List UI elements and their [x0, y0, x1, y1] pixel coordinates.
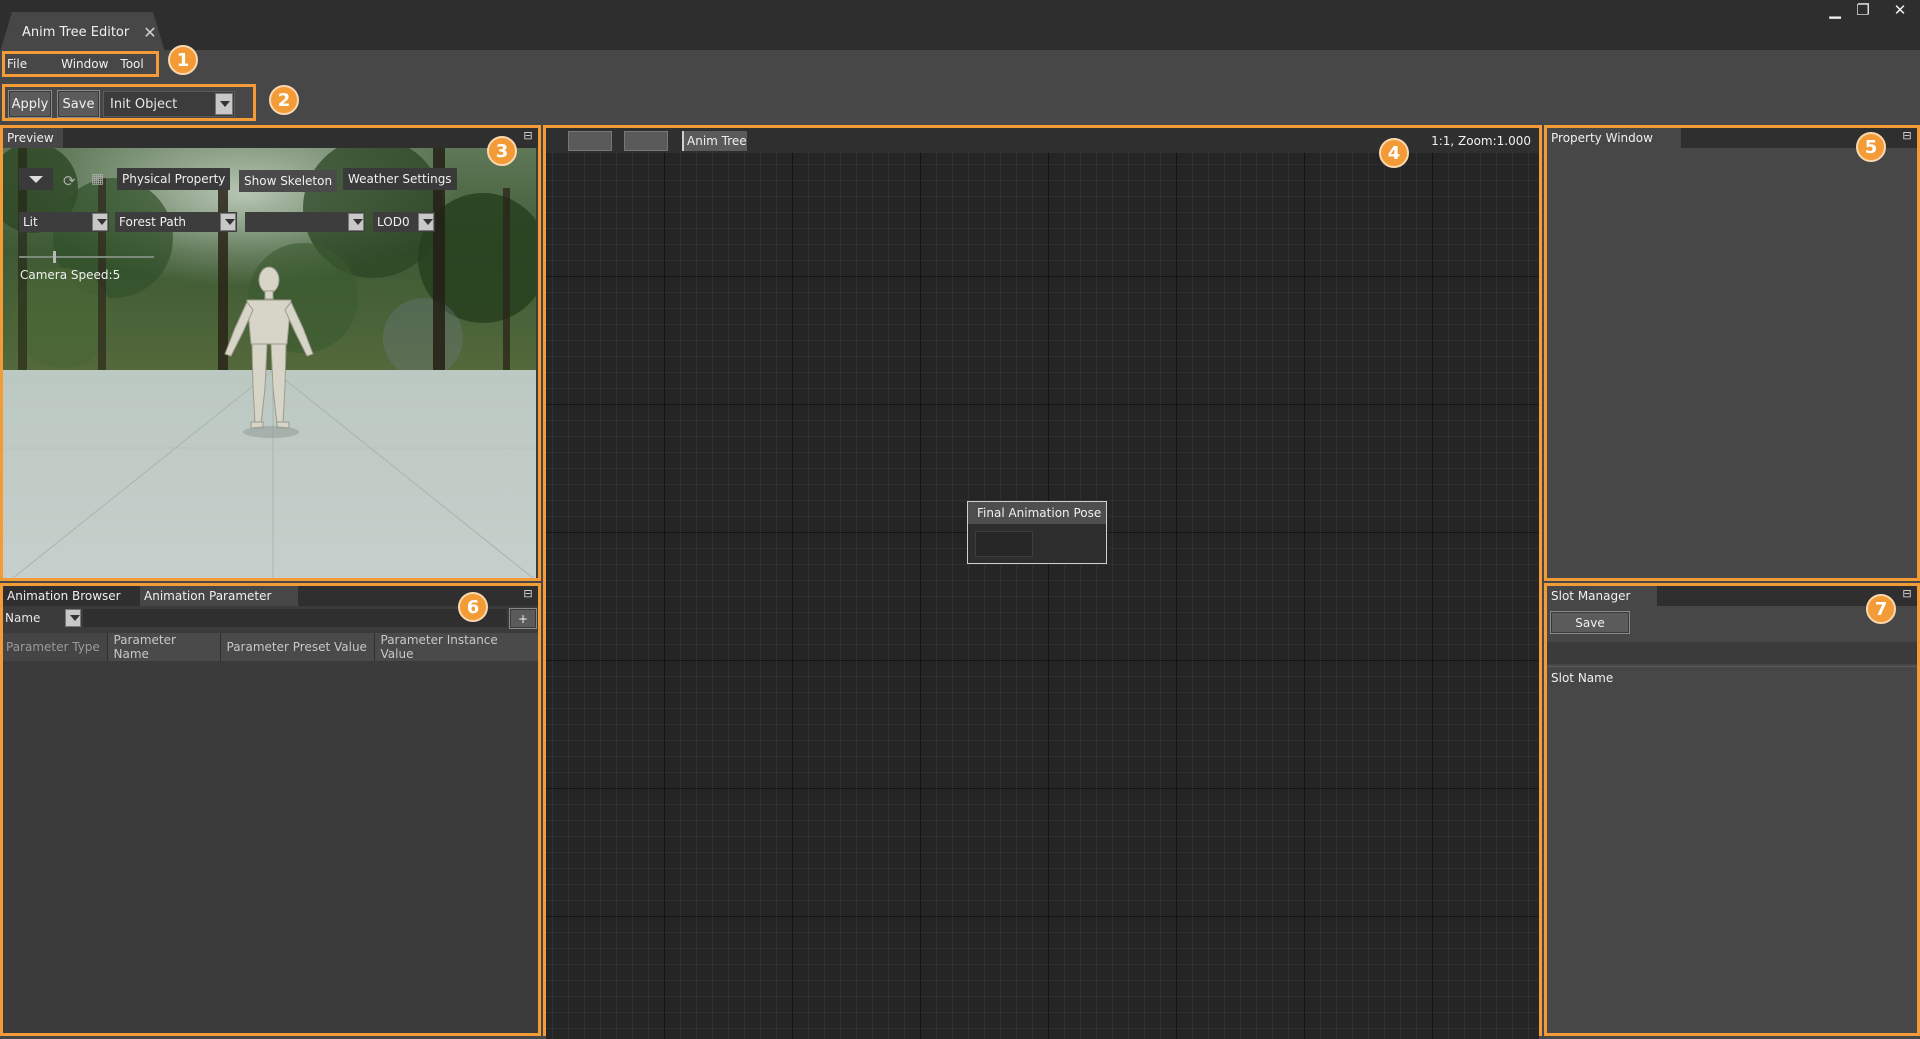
chevron-down-icon[interactable]: [65, 609, 81, 627]
final-animation-pose-node[interactable]: Final Animation Pose: [967, 501, 1107, 564]
minimize-icon[interactable]: ▁: [1820, 0, 1850, 20]
column-parameter-preset-value[interactable]: Parameter Preset Value: [220, 633, 375, 661]
physical-property-button[interactable]: Physical Property: [117, 168, 231, 190]
column-parameter-instance-value[interactable]: Parameter Instance Value: [374, 633, 538, 661]
document-tab[interactable]: Anim Tree Editor ✕: [0, 12, 165, 52]
preview-panel-header: Preview ⊟: [3, 128, 538, 148]
filter-input[interactable]: [83, 609, 507, 627]
menu-bar: File Window Tool: [2, 51, 159, 77]
pin-icon[interactable]: ⊟: [1901, 130, 1913, 142]
close-window-icon[interactable]: ✕: [1885, 0, 1915, 20]
breadcrumb-anim-tree[interactable]: Anim Tree: [682, 131, 747, 151]
lighting-mode-value: Lit: [23, 215, 38, 229]
add-parameter-button[interactable]: +: [509, 608, 537, 629]
menu-tool[interactable]: Tool: [120, 57, 143, 71]
chevron-down-icon: [29, 175, 43, 183]
parameter-table-header: Parameter Type Parameter Name Parameter …: [3, 633, 538, 661]
callout-badge-3: 3: [487, 136, 517, 166]
chevron-down-icon[interactable]: [92, 213, 108, 231]
callout-badge-5: 5: [1856, 132, 1886, 162]
column-parameter-type[interactable]: Parameter Type: [3, 633, 108, 661]
filter-select[interactable]: Name: [3, 608, 81, 628]
lod-value: LOD0: [377, 215, 410, 229]
camera-speed-label: Camera Speed:5: [20, 268, 121, 282]
object-select-value: Init Object: [110, 96, 178, 112]
close-tab-icon[interactable]: ✕: [143, 23, 156, 42]
property-window-panel: Property Window ⊟: [1544, 125, 1920, 581]
toolbar: Apply Save Init Object: [2, 84, 256, 121]
environment-value: Forest Path: [119, 215, 187, 229]
column-slot-name[interactable]: Slot Name: [1547, 666, 1917, 688]
tab-slot-manager[interactable]: Slot Manager: [1547, 586, 1657, 606]
restore-icon[interactable]: ❐: [1848, 0, 1878, 20]
tab-preview[interactable]: Preview: [3, 128, 63, 148]
save-button[interactable]: Save: [57, 90, 100, 118]
menu-file[interactable]: File: [7, 57, 27, 71]
anim-tree-graph-panel: Anim Tree 1:1, Zoom:1.000 Final Animatio…: [543, 125, 1542, 1039]
tab-animation-browser[interactable]: Animation Browser: [3, 586, 140, 606]
preview-viewport[interactable]: ⟳ ▦ Physical Property Show Skeleton Weat…: [3, 148, 536, 578]
zoom-readout: 1:1, Zoom:1.000: [1431, 134, 1531, 148]
environment-select[interactable]: Forest Path: [115, 212, 237, 232]
graph-back-button[interactable]: [568, 131, 612, 151]
document-tab-title: Anim Tree Editor: [22, 24, 130, 40]
preview-panel: Preview ⊟ ⟳ ▦ Physical Property Show Ske…: [0, 125, 541, 581]
animation-panel: Animation Browser Animation Parameter ⊟ …: [0, 583, 541, 1036]
callout-badge-4: 4: [1379, 138, 1409, 168]
chevron-down-icon[interactable]: [220, 213, 236, 231]
title-bar: [0, 0, 1920, 50]
node-input-pin[interactable]: [975, 531, 1033, 557]
apply-button[interactable]: Apply: [8, 90, 52, 118]
pin-icon[interactable]: ⊟: [1901, 588, 1913, 600]
pin-icon[interactable]: ⊟: [522, 588, 534, 600]
slot-manager-panel: Slot Manager ⊟ Save Slot Name: [1544, 583, 1920, 1036]
callout-badge-1: 1: [168, 45, 198, 75]
chevron-down-icon[interactable]: [348, 213, 364, 231]
lighting-mode-select[interactable]: Lit: [19, 212, 109, 232]
graph-forward-button[interactable]: [624, 131, 668, 151]
filter-select-value: Name: [5, 611, 41, 625]
chevron-down-icon[interactable]: [418, 213, 434, 231]
slot-search-input[interactable]: [1547, 642, 1917, 664]
viewport-menu-button[interactable]: [19, 168, 53, 190]
camera-speed-slider-thumb[interactable]: [53, 251, 56, 263]
tab-animation-parameter[interactable]: Animation Parameter: [140, 586, 298, 606]
column-parameter-name[interactable]: Parameter Name: [107, 633, 221, 661]
node-title: Final Animation Pose: [968, 502, 1106, 524]
menu-window[interactable]: Window: [61, 57, 108, 71]
grid-icon[interactable]: ▦: [91, 171, 104, 187]
object-select[interactable]: Init Object: [103, 91, 235, 117]
callout-badge-7: 7: [1866, 594, 1896, 624]
callout-badge-6: 6: [458, 592, 488, 622]
slot-manager-header: Slot Manager ⊟: [1547, 586, 1917, 606]
callout-badge-2: 2: [269, 85, 299, 115]
refresh-icon[interactable]: ⟳: [63, 172, 76, 190]
chevron-down-icon[interactable]: [215, 93, 233, 115]
show-skeleton-button[interactable]: Show Skeleton: [239, 170, 338, 192]
pin-icon[interactable]: ⊟: [522, 130, 534, 142]
camera-speed-slider[interactable]: [19, 251, 154, 263]
graph-canvas[interactable]: Final Animation Pose: [546, 153, 1539, 1039]
slot-save-button[interactable]: Save: [1550, 611, 1630, 634]
weather-settings-button[interactable]: Weather Settings: [343, 168, 457, 190]
lod-select[interactable]: LOD0: [373, 212, 435, 232]
tab-property-window[interactable]: Property Window: [1547, 128, 1681, 148]
animation-select[interactable]: [245, 212, 365, 232]
